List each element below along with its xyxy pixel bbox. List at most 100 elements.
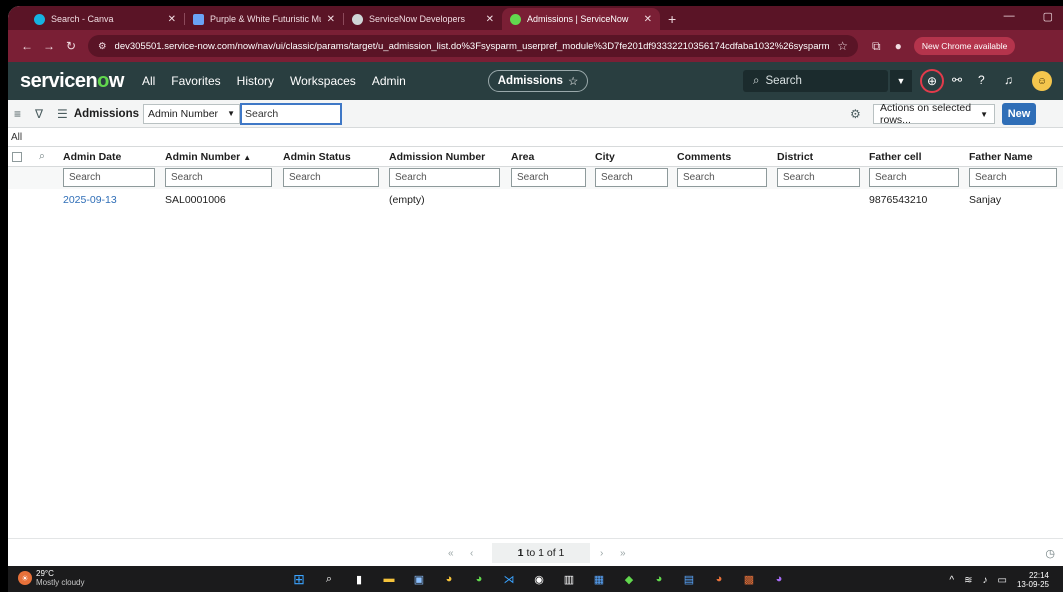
close-icon[interactable]: ✕ [486,14,494,25]
column-search-input[interactable]: Search [511,168,587,188]
help-icon[interactable]: ? [978,73,985,87]
bell-icon[interactable]: ♫ [1004,73,1013,87]
notepad-icon[interactable]: ▤ [680,570,698,588]
search-placeholder: Search [601,172,633,184]
minimize-button[interactable]: — [1004,10,1015,23]
back-icon[interactable]: ← [16,39,38,53]
nav-all[interactable]: All [142,74,155,88]
hamburger-icon[interactable]: ≡ [14,107,21,121]
chrome-icon[interactable]: ◕ [650,570,668,588]
list-context-icon[interactable]: ☰ [57,107,68,121]
new-tab-button[interactable]: + [660,8,684,30]
gear-icon[interactable]: ⚙ [850,107,861,121]
chrome-icon[interactable]: ◕ [770,570,788,588]
volume-icon[interactable]: ♪ [983,575,988,586]
photos-icon[interactable]: ▦ [590,570,608,588]
nav-admin[interactable]: Admin [372,74,406,88]
column-header[interactable]: District [773,146,865,167]
context-pill[interactable]: Admissions ☆ [488,70,588,92]
column-header[interactable]: Admin Number ▲ [161,146,279,167]
chrome-icon[interactable]: ◕ [440,570,458,588]
chrome-icon[interactable]: ◕ [470,570,488,588]
chevron-up-icon[interactable]: ^ [949,575,954,586]
steam-icon[interactable]: ◉ [530,570,548,588]
restore-button[interactable]: ▢ [1043,10,1053,23]
system-clock[interactable]: 22:14 13-09-25 [1017,571,1049,589]
record-link[interactable]: 2025-09-13 [63,194,117,206]
search-scope-dropdown[interactable]: ▼ [890,70,912,92]
column-search-input[interactable]: Search [677,168,768,188]
app-grid-icon[interactable]: ▩ [740,570,758,588]
column-header[interactable]: Father cell [865,146,965,167]
extensions-icon[interactable]: ⧉ [872,39,881,54]
reload-icon[interactable]: ↻ [60,39,82,53]
column-header[interactable]: Admin Status [279,146,385,167]
column-header[interactable]: Father Name [965,146,1063,167]
task-view-icon[interactable]: ▮ [350,570,368,588]
address-bar[interactable]: ⚙ dev305501.service-now.com/now/nav/ui/c… [88,35,858,57]
page-range[interactable]: 1 to 1 of 1 [492,543,590,563]
tab-admissions[interactable]: Admissions | ServiceNow ✕ [502,8,660,30]
wifi-icon[interactable]: ≋ [964,575,972,586]
close-icon[interactable]: ✕ [644,14,652,25]
next-page-button[interactable]: › [600,548,603,559]
profile-icon[interactable]: ● [895,39,902,53]
global-search-input[interactable]: ⌕ Search [743,70,888,92]
forward-icon[interactable]: → [38,39,60,53]
app-icon[interactable]: ▥ [560,570,578,588]
table-row[interactable]: 2025-09-13 SAL0001006 (empty) 9876543210… [8,189,1063,211]
windows-start-icon[interactable]: ⊞ [290,570,308,588]
bookmark-star-icon[interactable]: ☆ [837,39,848,53]
nvidia-icon[interactable]: ◆ [620,570,638,588]
avatar[interactable]: ☺ [1032,71,1052,91]
update-chrome-button[interactable]: New Chrome available [913,37,1016,55]
column-header[interactable]: Comments [673,146,773,167]
weather-widget[interactable]: ☀ 29°C Mostly cloudy [18,569,84,587]
column-search-input[interactable]: Search [389,168,500,188]
cell-admin-date[interactable]: 2025-09-13 [59,189,161,211]
column-header[interactable]: Admission Number [385,146,507,167]
column-search-input[interactable]: Search [595,168,669,188]
search-field-select[interactable]: Admin Number ▼ [143,103,240,124]
actions-select[interactable]: Actions on selected rows... ▼ [873,102,995,126]
list-title[interactable]: Admissions [74,108,139,120]
tab-servicenow-developers[interactable]: ServiceNow Developers ✕ [344,8,502,30]
breadcrumb: All [8,128,1063,146]
column-search-input[interactable]: Search [63,168,156,188]
column-search-input[interactable]: Search [969,168,1058,188]
file-explorer-icon[interactable]: ▬ [380,570,398,588]
column-header[interactable]: Admin Date [59,146,161,167]
last-page-button[interactable]: » [620,548,626,559]
first-page-button[interactable]: « [448,548,454,559]
list-search-input[interactable]: Search [240,102,342,125]
globe-icon[interactable]: ⊕ [920,69,944,93]
close-icon[interactable]: ✕ [327,14,335,25]
chrome-icon[interactable]: ◕ [710,570,728,588]
nav-history[interactable]: History [237,74,274,88]
prev-page-button[interactable]: ‹ [470,548,473,559]
tab-purple-white[interactable]: Purple & White Futuristic Musi ✕ [185,8,343,30]
store-icon[interactable]: ▣ [410,570,428,588]
column-header[interactable]: Area [507,146,591,167]
column-search-input[interactable]: Search [165,168,273,188]
search-icon[interactable]: ⌕ [320,570,338,588]
servicenow-logo[interactable]: servicenow [20,70,124,93]
filter-icon[interactable]: ∇ [35,107,43,121]
close-icon[interactable]: ✕ [168,14,176,25]
favorite-star-icon[interactable]: ☆ [568,74,578,88]
breadcrumb-all[interactable]: All [11,132,22,143]
nav-workspaces[interactable]: Workspaces [290,74,356,88]
tab-canva[interactable]: Search - Canva ✕ [26,8,184,30]
site-settings-icon[interactable]: ⚙ [98,41,107,52]
nav-favorites[interactable]: Favorites [171,74,220,88]
battery-icon[interactable]: ▭ [998,575,1007,586]
select-all-checkbox[interactable] [12,151,22,162]
column-header[interactable]: City [591,146,673,167]
column-search-toggle[interactable]: ⌕ [35,146,59,167]
column-search-input[interactable]: Search [283,168,379,188]
chat-icon[interactable]: ⚯ [952,73,962,87]
vscode-icon[interactable]: ⋊ [500,570,518,588]
new-button[interactable]: New [1002,103,1036,125]
column-search-input[interactable]: Search [869,168,960,188]
column-search-input[interactable]: Search [777,168,860,188]
